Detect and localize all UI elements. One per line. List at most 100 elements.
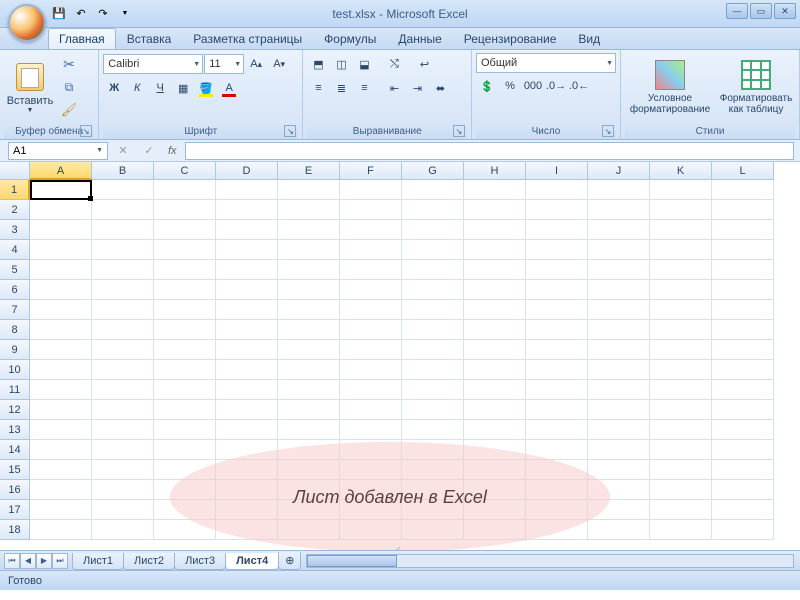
tab-insert[interactable]: Вставка	[116, 28, 183, 49]
cell[interactable]	[30, 400, 92, 420]
column-header-E[interactable]: E	[278, 162, 340, 180]
cell[interactable]	[588, 340, 650, 360]
decrease-decimal-button[interactable]: .0←	[568, 75, 590, 97]
cell[interactable]	[340, 260, 402, 280]
redo-icon[interactable]: ↷	[94, 5, 112, 23]
cell[interactable]	[216, 420, 278, 440]
cell[interactable]	[712, 300, 774, 320]
cell[interactable]	[712, 320, 774, 340]
align-launcher[interactable]: ↘	[453, 125, 465, 137]
number-launcher[interactable]: ↘	[602, 125, 614, 137]
cell[interactable]	[464, 400, 526, 420]
orientation-button[interactable]: ⤭	[383, 53, 405, 75]
cell[interactable]	[588, 200, 650, 220]
cell[interactable]	[526, 200, 588, 220]
fill-color-button[interactable]: 🪣	[195, 77, 217, 99]
cell[interactable]	[154, 460, 216, 480]
office-button[interactable]	[8, 4, 46, 42]
cell[interactable]	[464, 300, 526, 320]
cell[interactable]	[402, 460, 464, 480]
cell[interactable]	[30, 340, 92, 360]
cell[interactable]	[30, 500, 92, 520]
cell[interactable]	[464, 320, 526, 340]
percent-button[interactable]: %	[499, 75, 521, 97]
select-all-corner[interactable]	[0, 162, 30, 180]
column-header-D[interactable]: D	[216, 162, 278, 180]
cell[interactable]	[650, 280, 712, 300]
cell[interactable]	[650, 400, 712, 420]
cell[interactable]	[92, 180, 154, 200]
horizontal-scrollbar[interactable]	[306, 554, 794, 568]
cell[interactable]	[650, 460, 712, 480]
cell[interactable]	[464, 520, 526, 540]
cell[interactable]	[712, 200, 774, 220]
cell[interactable]	[464, 180, 526, 200]
cell[interactable]	[526, 400, 588, 420]
cell[interactable]	[464, 480, 526, 500]
cell[interactable]	[526, 320, 588, 340]
sheet-tab-3[interactable]: Лист3	[174, 553, 226, 570]
cell[interactable]	[650, 500, 712, 520]
cell[interactable]	[588, 220, 650, 240]
cell[interactable]	[588, 420, 650, 440]
row-header-14[interactable]: 14	[0, 440, 30, 460]
cell[interactable]	[92, 460, 154, 480]
cell[interactable]	[526, 380, 588, 400]
sheet-nav-last[interactable]: ⏭	[52, 553, 68, 569]
font-launcher[interactable]: ↘	[284, 125, 296, 137]
row-header-9[interactable]: 9	[0, 340, 30, 360]
cell[interactable]	[526, 220, 588, 240]
sheet-tab-1[interactable]: Лист1	[72, 553, 124, 570]
cell[interactable]	[340, 180, 402, 200]
align-left-button[interactable]: ≡	[307, 77, 329, 99]
cell[interactable]	[92, 320, 154, 340]
shrink-font-button[interactable]: A▾	[268, 53, 290, 75]
cell[interactable]	[278, 380, 340, 400]
cell[interactable]	[30, 460, 92, 480]
cell[interactable]	[30, 380, 92, 400]
cell[interactable]	[340, 520, 402, 540]
cell[interactable]	[402, 380, 464, 400]
copy-button[interactable]: ⧉	[58, 76, 80, 98]
cell[interactable]	[154, 400, 216, 420]
cell[interactable]	[278, 420, 340, 440]
font-name-combo[interactable]: Calibri▼	[103, 54, 203, 74]
cell[interactable]	[154, 500, 216, 520]
borders-button[interactable]: ▦	[172, 77, 194, 99]
cell[interactable]	[216, 460, 278, 480]
cell[interactable]	[30, 280, 92, 300]
cell[interactable]	[340, 300, 402, 320]
cell[interactable]	[216, 480, 278, 500]
cell[interactable]	[340, 240, 402, 260]
cell[interactable]	[278, 200, 340, 220]
cell[interactable]	[712, 280, 774, 300]
cell[interactable]	[526, 460, 588, 480]
cell[interactable]	[526, 280, 588, 300]
formula-input[interactable]	[185, 142, 794, 160]
cell[interactable]	[588, 360, 650, 380]
cell[interactable]	[402, 180, 464, 200]
cell[interactable]	[464, 280, 526, 300]
cell[interactable]	[402, 360, 464, 380]
cell[interactable]	[712, 260, 774, 280]
cell[interactable]	[216, 440, 278, 460]
merge-button[interactable]: ⬌	[429, 77, 451, 99]
cell[interactable]	[464, 340, 526, 360]
cell[interactable]	[526, 440, 588, 460]
cell[interactable]	[278, 520, 340, 540]
cell[interactable]	[712, 440, 774, 460]
cell[interactable]	[340, 200, 402, 220]
cell[interactable]	[650, 320, 712, 340]
cell[interactable]	[464, 460, 526, 480]
cell[interactable]	[216, 500, 278, 520]
cell[interactable]	[712, 420, 774, 440]
cell[interactable]	[402, 240, 464, 260]
cell[interactable]	[92, 420, 154, 440]
cell[interactable]	[154, 240, 216, 260]
cell[interactable]	[402, 320, 464, 340]
cell[interactable]	[526, 240, 588, 260]
cell[interactable]	[30, 360, 92, 380]
cell[interactable]	[464, 360, 526, 380]
cell[interactable]	[30, 440, 92, 460]
cell[interactable]	[216, 240, 278, 260]
